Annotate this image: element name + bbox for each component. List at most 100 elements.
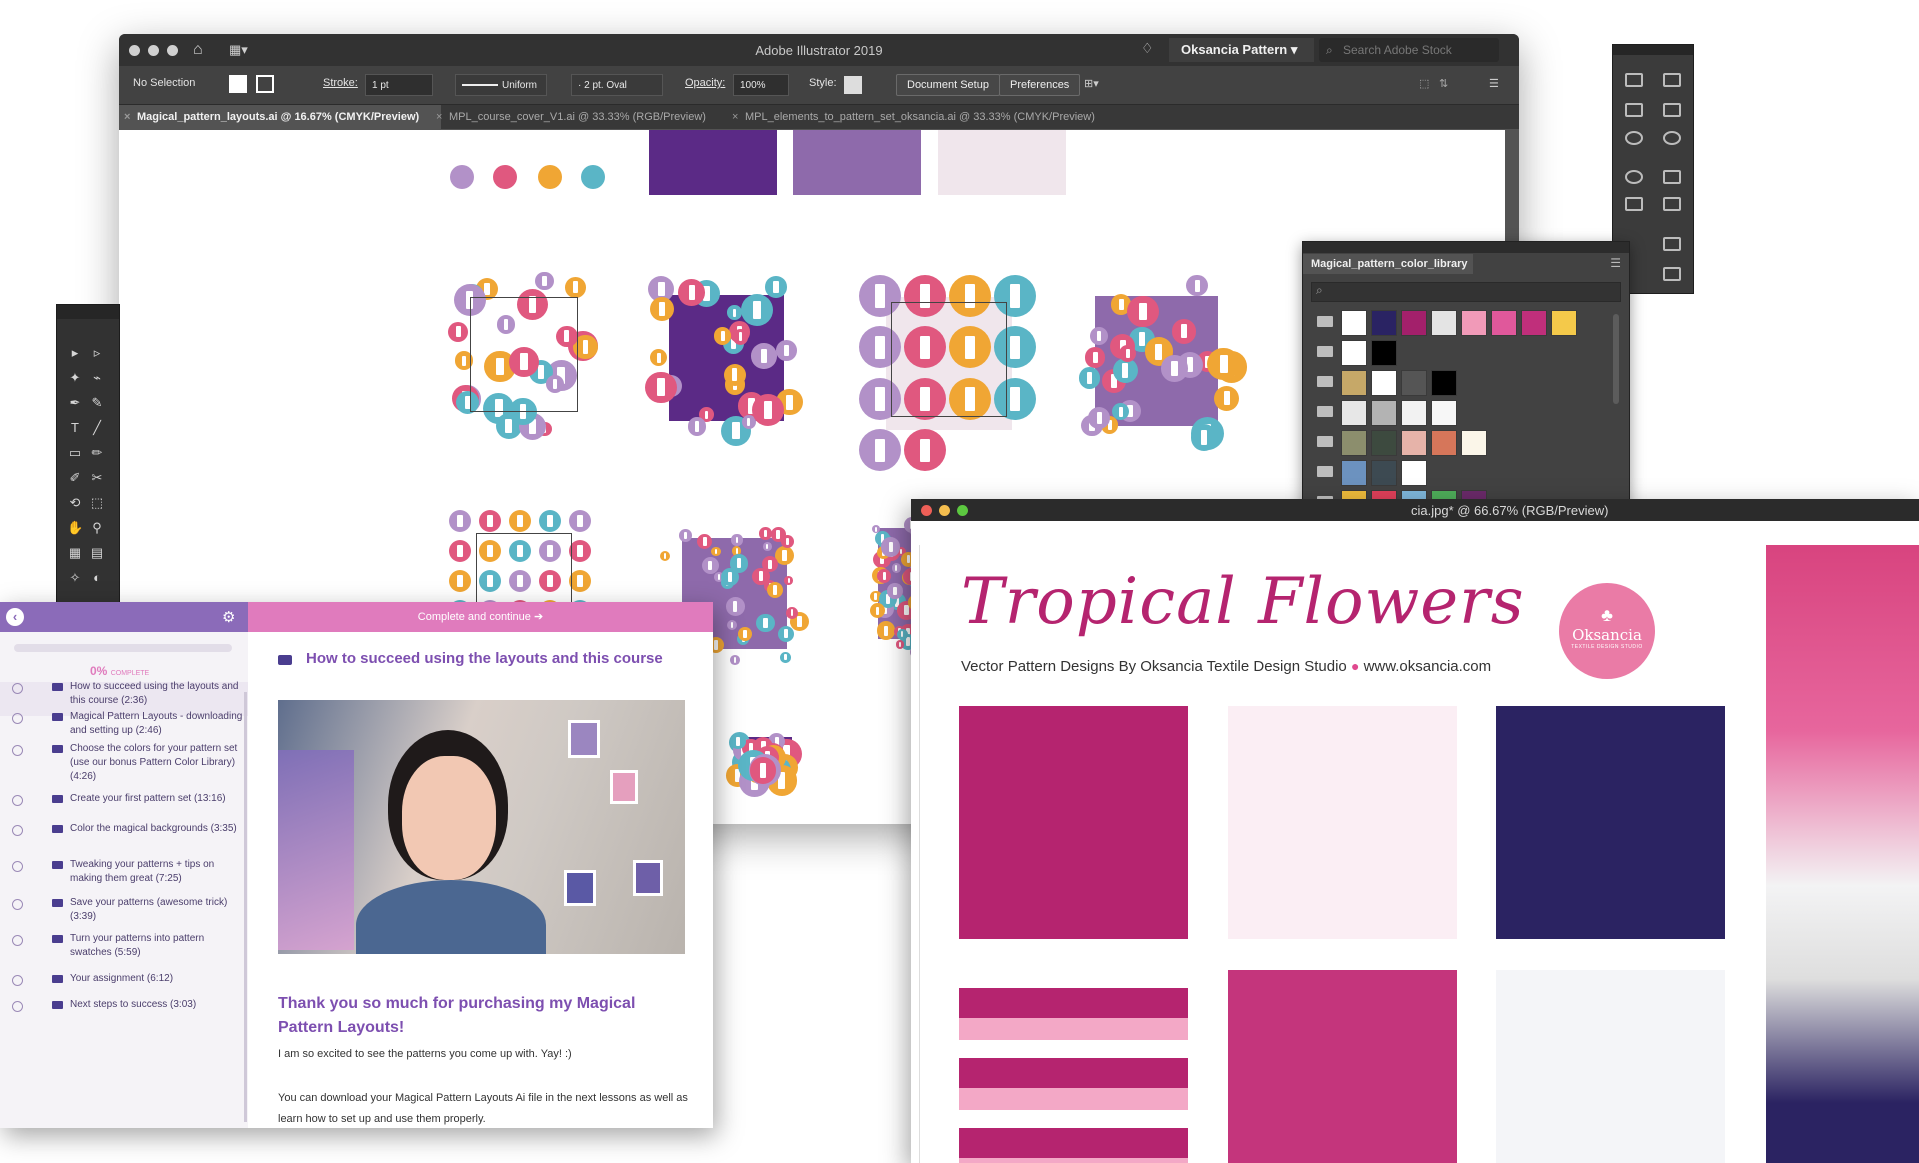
color-swatch[interactable] <box>1401 430 1427 456</box>
stroke-weight-field[interactable]: 1 pt <box>365 74 433 96</box>
width-tool-icon[interactable]: ✋ <box>67 520 83 536</box>
pattern-layout-tile[interactable] <box>644 275 809 446</box>
pattern-tile-magenta-stripes[interactable] <box>959 706 1188 939</box>
pattern-tile-border-stripes[interactable] <box>959 970 1188 1163</box>
properties-icon[interactable] <box>1625 73 1643 87</box>
radio-icon[interactable] <box>12 975 23 986</box>
brushes-icon[interactable] <box>1625 170 1643 184</box>
close-icon[interactable]: × <box>436 105 442 129</box>
color-swatch[interactable] <box>1341 370 1367 396</box>
pattern-tile-grey-leaves[interactable] <box>1496 970 1725 1163</box>
color-swatch[interactable] <box>1461 430 1487 456</box>
color-swatch[interactable] <box>1341 400 1367 426</box>
color-swatch[interactable] <box>1401 460 1427 486</box>
back-icon[interactable]: ‹ <box>6 608 24 626</box>
sidebar-scrollbar[interactable] <box>244 692 247 1122</box>
magic-wand-icon[interactable]: ✦ <box>67 370 83 386</box>
folder-icon[interactable] <box>1317 316 1333 327</box>
radio-icon[interactable] <box>12 745 23 756</box>
adobe-stock-search[interactable]: ⌕ Search Adobe Stock <box>1319 38 1499 62</box>
folder-icon[interactable] <box>1317 466 1333 477</box>
workspace-switcher[interactable]: Oksancia Pattern ▾ <box>1169 38 1314 62</box>
document-setup-button[interactable]: Document Setup <box>896 74 1000 96</box>
course-video[interactable] <box>278 700 685 954</box>
lasso-icon[interactable]: ⌁ <box>89 370 105 386</box>
color-swatch[interactable] <box>1401 400 1427 426</box>
style-swatch[interactable] <box>844 76 862 94</box>
rectangle-tool-icon[interactable]: ▭ <box>67 445 83 461</box>
color-swatch[interactable] <box>1431 430 1457 456</box>
color-swatch[interactable] <box>1341 340 1367 366</box>
curvature-icon[interactable]: ✎ <box>89 395 105 411</box>
line-tool-icon[interactable]: ╱ <box>89 420 105 436</box>
tab-mpl-course-cover[interactable]: × MPL_course_cover_V1.ai @ 33.33% (RGB/Pr… <box>431 105 754 129</box>
complete-continue-button[interactable]: Complete and continue ➔ <box>248 602 713 632</box>
radio-icon[interactable] <box>12 713 23 724</box>
preferences-button[interactable]: Preferences <box>999 74 1081 96</box>
align-icon[interactable]: ⊞▾ <box>1084 77 1099 90</box>
radio-icon[interactable] <box>12 935 23 946</box>
stroke-swatch[interactable] <box>256 75 274 93</box>
color-swatch[interactable] <box>1551 310 1577 336</box>
swatches-panel-tab[interactable]: Magical_pattern_color_library <box>1303 254 1473 274</box>
color-swatch[interactable] <box>1461 310 1487 336</box>
folder-icon[interactable] <box>1317 346 1333 357</box>
blend-icon[interactable]: ◐ <box>89 570 105 586</box>
pattern-tile-navy-flowers[interactable] <box>1496 706 1725 939</box>
radio-icon[interactable] <box>12 795 23 806</box>
close-icon[interactable]: × <box>124 105 130 129</box>
color-swatch[interactable] <box>1491 310 1517 336</box>
rotate-icon[interactable]: ⟲ <box>67 495 83 511</box>
color-swatch[interactable] <box>1431 400 1457 426</box>
color-swatch[interactable] <box>1371 370 1397 396</box>
libraries-icon[interactable] <box>1663 73 1681 87</box>
arrange-icon[interactable]: ⇅ <box>1439 77 1448 90</box>
tab-mpl-elements[interactable]: × MPL_elements_to_pattern_set_oksancia.ai… <box>727 105 1145 129</box>
radio-icon[interactable] <box>12 683 23 694</box>
radio-icon[interactable] <box>12 1001 23 1012</box>
pattern-layout-tile[interactable] <box>439 270 609 450</box>
folder-icon[interactable] <box>1317 406 1333 417</box>
menu-icon[interactable]: ☰ <box>1489 77 1499 90</box>
radio-icon[interactable] <box>12 825 23 836</box>
brush-definition-dropdown[interactable]: · 2 pt. Oval <box>571 74 663 96</box>
stroke-profile-dropdown[interactable]: Uniform <box>455 74 547 96</box>
asset-export-icon[interactable] <box>1625 197 1643 211</box>
scissors-icon[interactable]: ✂ <box>89 470 105 486</box>
tab-magical-pattern-layouts[interactable]: × Magical_pattern_layouts.ai @ 16.67% (CM… <box>119 105 441 129</box>
swatch-scrollbar[interactable] <box>1613 314 1619 404</box>
color-guide-icon[interactable] <box>1663 131 1681 145</box>
paintbrush-icon[interactable]: ✏ <box>89 445 105 461</box>
gear-icon[interactable]: ⚙ <box>222 608 235 626</box>
pattern-layout-tile[interactable] <box>724 730 804 797</box>
close-icon[interactable]: × <box>732 105 738 129</box>
gradient-icon[interactable] <box>1625 103 1643 117</box>
color-swatch[interactable] <box>1341 310 1367 336</box>
pattern-layout-tile[interactable] <box>859 275 1039 472</box>
pattern-tile-hibiscus-tonal[interactable] <box>1228 970 1457 1163</box>
layers-icon[interactable] <box>1663 237 1681 251</box>
stroke-label[interactable]: Stroke: <box>323 77 358 89</box>
symbols-icon[interactable] <box>1663 170 1681 184</box>
gradient-tool-icon[interactable]: ▤ <box>89 545 105 561</box>
color-swatch[interactable] <box>1401 310 1427 336</box>
eyedropper-icon[interactable]: ✧ <box>67 570 83 586</box>
pencil-icon[interactable]: ✐ <box>67 470 83 486</box>
color-swatch[interactable] <box>1371 400 1397 426</box>
opacity-field[interactable]: 100% <box>733 74 789 96</box>
scale-icon[interactable]: ⬚ <box>89 495 105 511</box>
pen-tool-icon[interactable]: ✒ <box>67 395 83 411</box>
fill-swatch[interactable] <box>229 75 247 93</box>
folder-icon[interactable] <box>1317 376 1333 387</box>
puppet-warp-icon[interactable]: ⚲ <box>89 520 105 536</box>
color-swatch[interactable] <box>1371 340 1397 366</box>
type-tool-icon[interactable]: T <box>67 420 83 436</box>
graphic-styles-icon[interactable] <box>1663 197 1681 211</box>
color-swatch[interactable] <box>1371 310 1397 336</box>
transform-icon[interactable]: ⬚ <box>1419 77 1429 90</box>
radio-icon[interactable] <box>12 899 23 910</box>
artboards-icon[interactable] <box>1663 267 1681 281</box>
color-swatch[interactable] <box>1431 310 1457 336</box>
color-swatch[interactable] <box>1521 310 1547 336</box>
color-swatch[interactable] <box>1341 430 1367 456</box>
